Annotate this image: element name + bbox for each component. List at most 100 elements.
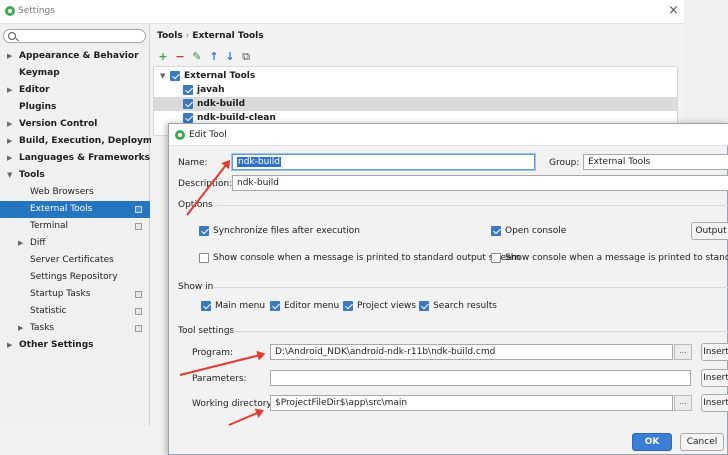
ok-button[interactable]: OK (632, 433, 672, 451)
tool-row-ndk-build[interactable]: ndk-build (154, 97, 677, 111)
project-level-icon (135, 308, 142, 315)
stdout-label: Show console when a message is printed t… (213, 253, 521, 263)
sidebar-item-label: Web Browsers (30, 187, 94, 197)
sidebar-item-label: Build, Execution, Deployment (19, 136, 170, 146)
stderr-checkbox[interactable] (491, 253, 501, 263)
expand-right-icon[interactable]: ▶ (18, 235, 23, 252)
sidebar-item-label: Editor (19, 85, 50, 95)
sync-files-checkbox[interactable] (199, 226, 209, 236)
program-field[interactable]: D:\Android_NDK\android-ndk-r11b\ndk-buil… (270, 344, 673, 360)
show-in-separator (213, 287, 728, 288)
name-field[interactable]: ndk-build (232, 154, 535, 170)
sidebar-item-appearance-behavior[interactable]: ▶ Appearance & Behavior (0, 48, 150, 65)
project-level-icon (135, 206, 142, 213)
move-up-icon[interactable]: ↑ (208, 51, 220, 63)
tool-name: ndk-build (197, 99, 246, 109)
sidebar-item-label: Languages & Frameworks (19, 153, 151, 163)
sidebar-item-label: Startup Tasks (30, 289, 91, 299)
search-results-label: Search results (433, 301, 497, 311)
tool-row-javah[interactable]: javah (154, 83, 677, 97)
project-views-checkbox[interactable] (343, 301, 353, 311)
expand-right-icon[interactable]: ▶ (7, 150, 12, 167)
open-console-checkbox[interactable] (491, 226, 501, 236)
search-input[interactable] (20, 31, 140, 41)
sidebar-item-editor[interactable]: ▶ Editor (0, 82, 150, 99)
tool-enabled-checkbox[interactable] (183, 99, 193, 109)
sidebar-item-server-certificates[interactable]: Server Certificates (0, 252, 150, 269)
close-icon[interactable]: × (668, 4, 679, 18)
tool-row-external-tools[interactable]: ▼ External Tools (154, 69, 677, 83)
program-browse-button[interactable]: ... (674, 344, 692, 360)
parameters-field[interactable] (270, 370, 691, 386)
expand-down-icon[interactable]: ▼ (7, 167, 12, 184)
main-menu-label: Main menu (215, 301, 266, 311)
sidebar-item-tasks[interactable]: ▶ Tasks (0, 320, 150, 337)
expand-down-icon[interactable]: ▼ (160, 69, 165, 83)
sidebar-item-external-tools[interactable]: External Tools (0, 201, 150, 218)
expand-right-icon[interactable]: ▶ (7, 48, 12, 65)
output-filters-button[interactable]: Output (691, 222, 728, 240)
project-level-icon (135, 223, 142, 230)
expand-right-icon[interactable]: ▶ (7, 116, 12, 133)
editor-menu-label: Editor menu (284, 301, 340, 311)
expand-right-icon[interactable]: ▶ (7, 337, 12, 354)
dialog-titlebar: Edit Tool (169, 124, 728, 146)
breadcrumb: Tools › External Tools (157, 31, 264, 41)
sidebar-item-version-control[interactable]: ▶ Version Control (0, 116, 150, 133)
sidebar-item-keymap[interactable]: Keymap (0, 65, 150, 82)
program-insert-macro-button[interactable]: Insert (701, 343, 728, 361)
sidebar-item-label: Other Settings (19, 340, 94, 350)
group-field[interactable]: External Tools (583, 154, 728, 170)
sidebar-item-web-browsers[interactable]: Web Browsers (0, 184, 150, 201)
working-directory-field[interactable]: $ProjectFileDir$\app\src\main (270, 395, 673, 411)
description-field[interactable]: ndk-build (232, 175, 728, 191)
remove-icon[interactable]: − (174, 51, 186, 63)
sidebar-item-label: External Tools (30, 204, 93, 214)
sidebar-item-plugins[interactable]: Plugins (0, 99, 150, 116)
search-box[interactable] (3, 29, 146, 43)
cancel-button[interactable]: Cancel (680, 433, 724, 451)
sidebar-item-startup-tasks[interactable]: Startup Tasks (0, 286, 150, 303)
name-value: ndk-build (237, 157, 282, 167)
name-label: Name: (178, 158, 208, 168)
android-studio-icon (175, 130, 185, 140)
breadcrumb-separator: › (185, 31, 190, 41)
settings-title: Settings (18, 6, 55, 16)
editor-menu-checkbox[interactable] (270, 301, 280, 311)
sidebar-item-settings-repository[interactable]: Settings Repository (0, 269, 150, 286)
edit-tool-dialog: Edit Tool Name: ndk-build Group: Externa… (168, 123, 728, 455)
sidebar-item-label: Diff (30, 238, 46, 248)
main-menu-checkbox[interactable] (201, 301, 211, 311)
sidebar-item-diff[interactable]: ▶ Diff (0, 235, 150, 252)
add-icon[interactable]: + (157, 51, 169, 63)
stderr-option[interactable]: Show console when a message is printed t… (491, 252, 728, 264)
working-directory-browse-button[interactable]: ... (674, 395, 692, 411)
expand-right-icon[interactable]: ▶ (7, 133, 12, 150)
breadcrumb-external-tools: External Tools (192, 31, 264, 41)
tool-enabled-checkbox[interactable] (183, 85, 193, 95)
tool-enabled-checkbox[interactable] (183, 113, 193, 123)
parameters-insert-macro-button[interactable]: Insert (701, 369, 728, 387)
sidebar-item-label: Settings Repository (30, 272, 118, 282)
expand-right-icon[interactable]: ▶ (7, 82, 12, 99)
sidebar-item-other-settings[interactable]: ▶ Other Settings (0, 337, 150, 354)
group-label: Group: (549, 158, 580, 168)
sidebar-item-label: Server Certificates (30, 255, 114, 265)
expand-right-icon[interactable]: ▶ (18, 320, 23, 337)
working-directory-insert-macro-button[interactable]: Insert (701, 394, 728, 412)
project-level-icon (135, 325, 142, 332)
show-in-header: Show in (178, 282, 214, 292)
sidebar-item-languages-frameworks[interactable]: ▶ Languages & Frameworks (0, 150, 150, 167)
sidebar-item-statistic[interactable]: Statistic (0, 303, 150, 320)
sidebar-item-label: Keymap (19, 68, 60, 78)
sidebar-item-tools[interactable]: ▼ Tools (0, 167, 150, 184)
copy-icon[interactable]: ⧉ (240, 51, 252, 63)
stdout-checkbox[interactable] (199, 253, 209, 263)
search-results-checkbox[interactable] (419, 301, 429, 311)
edit-icon[interactable]: ✎ (191, 51, 203, 63)
sidebar-item-terminal[interactable]: Terminal (0, 218, 150, 235)
tool-enabled-checkbox[interactable] (170, 71, 180, 81)
move-down-icon[interactable]: ↓ (224, 51, 236, 63)
sidebar-item-build-execution-deployment[interactable]: ▶ Build, Execution, Deployment (0, 133, 169, 150)
description-label: Description: (178, 179, 233, 189)
